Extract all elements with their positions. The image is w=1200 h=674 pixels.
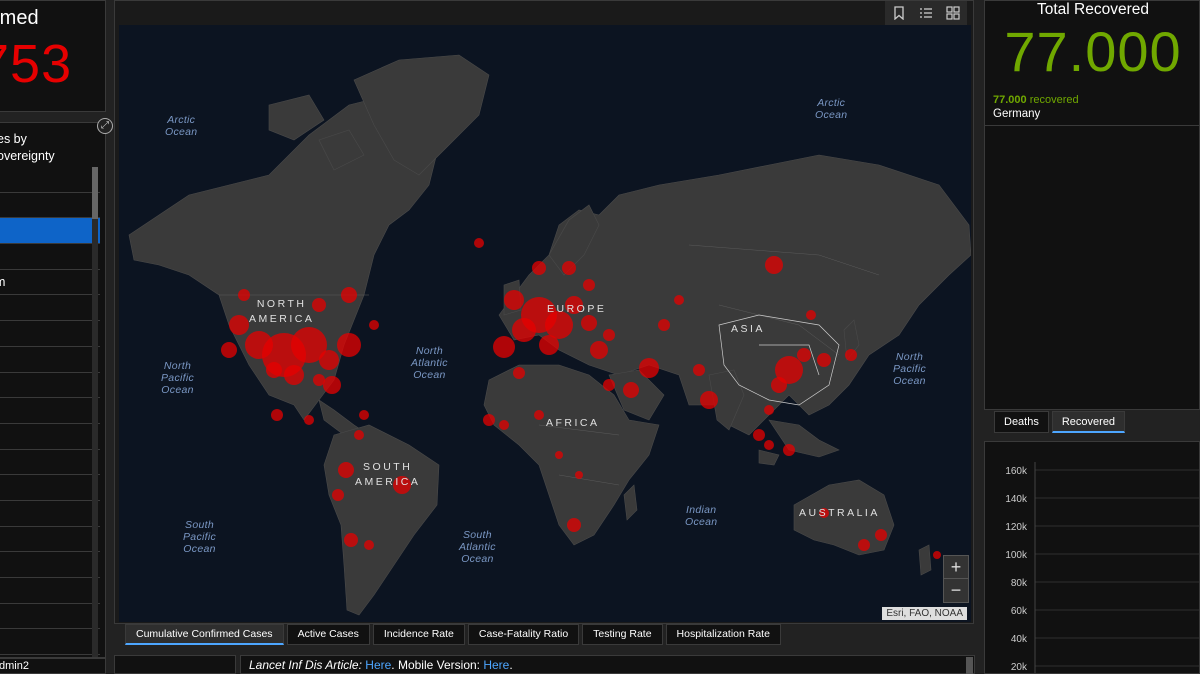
country-list-row[interactable] — [0, 373, 100, 399]
recovered-detail: 77.000 recovered — [993, 94, 1079, 106]
country-list-row[interactable] — [0, 167, 100, 193]
south-pacific-ocean-label: South Pacific Ocean — [183, 519, 217, 555]
map-tab-cumulative-confirmed-cases[interactable]: Cumulative Confirmed Cases — [125, 624, 284, 645]
list-title: es by overeignty — [0, 131, 55, 165]
map-tabs: Cumulative Confirmed Cases Active Cases In… — [125, 624, 781, 645]
list-title-line1: es by — [0, 132, 27, 146]
article-text: Lancet Inf Dis Article: — [249, 658, 366, 672]
zoom-control: + − — [943, 555, 969, 603]
total-recovered-title: Total Recovered — [1036, 1, 1149, 18]
south-atlantic-ocean-label: South Atlantic Ocean — [459, 529, 496, 565]
north-pacific-ocean-label-west: North Pacific Ocean — [161, 360, 195, 396]
total-confirmed-title: rmed — [0, 7, 39, 29]
bookmark-icon[interactable] — [889, 3, 909, 23]
article-link[interactable]: Here — [365, 658, 391, 672]
info-scrollbar[interactable] — [966, 657, 973, 674]
right-tabs: Deaths Recovered — [994, 411, 1126, 433]
tab-recovered[interactable]: Recovered — [1051, 411, 1126, 433]
total-confirmed-panel: rmed 753 — [0, 0, 106, 112]
y-tick-label: 120k — [1005, 522, 1028, 533]
tab-deaths[interactable]: Deaths — [994, 411, 1049, 433]
north-atlantic-ocean-label: North Atlantic Ocean — [411, 345, 448, 381]
country-list-row[interactable] — [0, 321, 100, 347]
country-list-row[interactable] — [0, 424, 100, 450]
list-icon[interactable] — [916, 3, 936, 23]
list-title-line2: overeignty — [0, 149, 55, 163]
admin-tab[interactable]: dmin2 — [0, 658, 106, 674]
y-tick-label: 140k — [1005, 494, 1028, 505]
y-tick-label: 100k — [1005, 550, 1028, 561]
map-tab-case-fatality-ratio[interactable]: Case-Fatality Ratio — [467, 624, 580, 645]
recovered-detail-text: recovered — [1026, 94, 1079, 106]
map-panel: Arctic Ocean Arctic Ocean North Pacific … — [114, 0, 974, 624]
recovered-country[interactable]: Germany — [993, 108, 1040, 120]
country-list-row[interactable] — [0, 244, 100, 270]
map-tab-incidence-rate[interactable]: Incidence Rate — [372, 624, 465, 645]
recovered-chart: 160k 140k 120k 100k 80k 60k 40k 20k — [1005, 462, 1199, 673]
map-tab-hospitalization-rate[interactable]: Hospitalization Rate — [665, 624, 781, 645]
country-list-row[interactable] — [0, 398, 100, 424]
zoom-in-button[interactable]: + — [944, 556, 968, 579]
total-confirmed-count: 753 — [0, 34, 73, 94]
north-america-label: NORTH AMERICA — [249, 298, 315, 325]
country-list-row[interactable] — [0, 193, 100, 219]
y-tick-label: 80k — [1011, 578, 1028, 589]
country-list-row[interactable] — [0, 347, 100, 373]
mobile-link[interactable]: Here — [483, 658, 509, 672]
map-toolbar — [885, 1, 967, 25]
country-list-row[interactable] — [0, 501, 100, 527]
total-recovered-panel: Total Recovered 77.000 77.000 recovered … — [984, 0, 1200, 410]
world-map[interactable]: Arctic Ocean Arctic Ocean North Pacific … — [119, 25, 971, 622]
info-bar: Lancet Inf Dis Article: Here. Mobile Ver… — [240, 655, 975, 674]
country-list-row[interactable]: m — [0, 270, 100, 296]
asia-label: ASIA — [731, 323, 765, 335]
recovered-chart-panel: 160k 140k 120k 100k 80k 60k 40k 20k — [984, 441, 1200, 674]
map-tab-testing-rate[interactable]: Testing Rate — [582, 624, 663, 645]
recovered-detail-number: 77.000 — [993, 94, 1027, 106]
map-tab-active-cases[interactable]: Active Cases — [286, 624, 370, 645]
africa-label: AFRICA — [546, 417, 600, 429]
list-scrollbar[interactable] — [92, 167, 98, 657]
y-tick-label: 20k — [1011, 662, 1028, 673]
country-list-row[interactable] — [0, 218, 100, 245]
expand-icon[interactable]: ⤢ — [97, 118, 113, 134]
country-list-row[interactable] — [0, 578, 100, 604]
zoom-out-button[interactable]: − — [944, 579, 968, 602]
north-pacific-ocean-label-east: North Pacific Ocean — [893, 351, 927, 387]
y-tick-label: 160k — [1005, 466, 1028, 477]
grid-icon[interactable] — [943, 3, 963, 23]
country-list-row[interactable] — [0, 552, 100, 578]
australia-label: AUSTRALIA — [799, 507, 880, 519]
country-list-row[interactable] — [0, 527, 100, 553]
arctic-ocean-label-east: Arctic Ocean — [815, 97, 848, 121]
country-list-row[interactable] — [0, 475, 100, 501]
total-recovered-value: 77.000 — [1004, 20, 1182, 83]
cases-by-country-panel: es by overeignty m — [0, 122, 106, 658]
info-strip — [114, 655, 236, 674]
south-america-label: SOUTH AMERICA — [355, 461, 421, 488]
arctic-ocean-label-west: Arctic Ocean — [165, 114, 198, 138]
country-list-row[interactable] — [0, 450, 100, 476]
europe-label: EUROPE — [547, 303, 607, 315]
scrollbar-thumb[interactable] — [92, 167, 98, 219]
y-tick-label: 40k — [1011, 634, 1028, 645]
indian-ocean-label: Indian Ocean — [685, 504, 718, 528]
country-list: m — [0, 167, 100, 656]
divider — [985, 125, 1199, 126]
country-list-row[interactable] — [0, 629, 100, 656]
y-tick-label: 60k — [1011, 606, 1028, 617]
mobile-text: . Mobile Version: — [391, 658, 484, 672]
map-attribution[interactable]: Esri, FAO, NOAA — [882, 607, 967, 620]
dashboard: rmed 753 es by overeignty m ⤢ dmin2 — [0, 0, 1200, 674]
country-list-row[interactable] — [0, 604, 100, 630]
country-list-row[interactable] — [0, 295, 100, 322]
